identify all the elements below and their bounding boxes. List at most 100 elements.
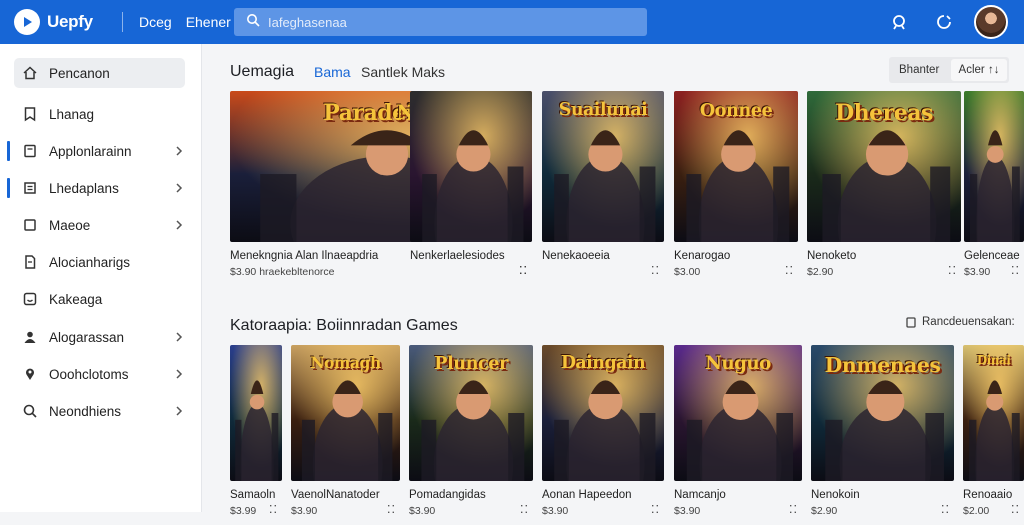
game-cover-image[interactable]: Suailunai bbox=[542, 91, 664, 242]
game-card[interactable]: Gelenceae $3.90 ⁚⁚ bbox=[964, 91, 1024, 286]
game-title[interactable]: Menekngnia Alan Ilnaeapdria bbox=[230, 250, 378, 262]
settings-icon[interactable] bbox=[933, 11, 955, 33]
game-price: $2.00 bbox=[963, 505, 990, 517]
sort-button[interactable]: Acler ↑↓ bbox=[951, 59, 1007, 81]
recommendations-link[interactable]: Rancdeuensakan: bbox=[906, 316, 1015, 328]
game-card[interactable]: Daingain Aonan Hapeedon $3.90 ⁚⁚ bbox=[542, 345, 664, 525]
document-icon bbox=[22, 254, 38, 270]
more-options-icon[interactable]: ⁚⁚ bbox=[651, 264, 660, 277]
more-options-icon[interactable]: ⁚⁚ bbox=[1011, 503, 1020, 516]
more-options-icon[interactable]: ⁚⁚ bbox=[520, 503, 529, 516]
bookmark-icon bbox=[906, 316, 916, 328]
game-logo-text: Nuguo bbox=[705, 353, 771, 375]
sidebar-item-label: Neondhiens bbox=[49, 403, 122, 419]
game-title[interactable]: Nenkerlaelesiodes bbox=[410, 250, 505, 262]
sidebar-item-5[interactable]: Alocianharigs bbox=[14, 247, 185, 277]
sidebar-item-label: Alogarassan bbox=[49, 329, 125, 345]
game-logo-text: Dhereas bbox=[835, 100, 933, 127]
sidebar-item-label: Lhanag bbox=[49, 106, 95, 122]
sidebar-item-6[interactable]: Kakeaga bbox=[14, 284, 185, 314]
chevron-right-icon bbox=[175, 181, 183, 199]
more-options-icon[interactable]: ⁚⁚ bbox=[785, 264, 794, 277]
avatar[interactable] bbox=[974, 5, 1008, 39]
game-title[interactable]: Namcanjo bbox=[674, 489, 726, 501]
more-options-icon[interactable]: ⁚⁚ bbox=[789, 503, 798, 516]
sidebar-item-7[interactable]: Alogarassan bbox=[14, 322, 185, 352]
game-title[interactable]: Nenokoin bbox=[811, 489, 860, 501]
sidebar: Pencanon Lhanag Applonlarainn Lhedaplans Mae… bbox=[0, 44, 202, 512]
game-cover-image[interactable] bbox=[964, 91, 1024, 242]
game-title[interactable]: Aonan Hapeedon bbox=[542, 489, 632, 501]
user-icon bbox=[22, 329, 38, 345]
game-logo-text: Suailunai bbox=[558, 100, 648, 121]
tab-active[interactable]: Bama bbox=[314, 64, 351, 80]
game-card[interactable]: Suailunai Nenekaoeeia ⁚⁚ bbox=[542, 91, 664, 286]
game-cover-image[interactable]: Daingain bbox=[542, 345, 664, 481]
game-logo-text: Oonnee bbox=[699, 100, 773, 122]
game-card[interactable]: Oonnee Kenarogao $3.00 ⁚⁚ bbox=[674, 91, 798, 286]
more-options-icon[interactable]: ⁚⁚ bbox=[269, 503, 278, 516]
game-title[interactable]: Renoaaio bbox=[963, 489, 1012, 501]
game-cover-image[interactable] bbox=[410, 91, 532, 242]
sidebar-item-label: Applonlarainn bbox=[49, 143, 132, 159]
map-pin-icon bbox=[22, 366, 38, 382]
game-card[interactable]: Dnmenaes Nenokoin $2.90 ⁚⁚ bbox=[811, 345, 954, 525]
more-options-icon[interactable]: ⁚⁚ bbox=[519, 264, 528, 277]
game-card[interactable]: Nuguo Namcanjo $3.90 ⁚⁚ bbox=[674, 345, 802, 525]
nav-link-1[interactable]: Dceg bbox=[139, 14, 172, 30]
game-title[interactable]: Nenoketo bbox=[807, 250, 856, 262]
tab-secondary[interactable]: Santlek Maks bbox=[361, 64, 445, 80]
sidebar-item-label: Ooohclotoms bbox=[49, 366, 129, 382]
list-icon bbox=[22, 180, 38, 196]
game-card[interactable]: Dinai Renoaaio $2.00 ⁚⁚ bbox=[963, 345, 1024, 525]
game-title[interactable]: Gelenceae bbox=[964, 250, 1020, 262]
more-options-icon[interactable]: ⁚⁚ bbox=[1011, 264, 1020, 277]
more-options-icon[interactable]: ⁚⁚ bbox=[941, 503, 950, 516]
more-options-icon[interactable]: ⁚⁚ bbox=[387, 503, 396, 516]
sidebar-item-8[interactable]: Ooohclotoms bbox=[14, 359, 185, 389]
logo-text: Uepfy bbox=[47, 12, 93, 31]
game-cover-image[interactable]: Dhereas bbox=[807, 91, 961, 242]
search-bar[interactable] bbox=[234, 8, 647, 36]
game-cover-image[interactable]: Nomagh bbox=[291, 345, 400, 481]
game-card[interactable]: Samaoln $3.99 ⁚⁚ bbox=[230, 345, 282, 525]
sidebar-item-4[interactable]: Maeoe bbox=[14, 210, 185, 240]
sidebar-item-3[interactable]: Lhedaplans bbox=[14, 173, 185, 203]
app-logo[interactable]: Uepfy bbox=[14, 9, 122, 35]
more-options-icon[interactable]: ⁚⁚ bbox=[948, 264, 957, 277]
game-title[interactable]: Nenekaoeeia bbox=[542, 250, 610, 262]
sidebar-item-0[interactable]: Pencanon bbox=[14, 58, 185, 88]
game-title[interactable]: Pomadangidas bbox=[409, 489, 486, 501]
game-cover-image[interactable]: Pluncer bbox=[409, 345, 533, 481]
game-price: $3.90 bbox=[291, 505, 318, 517]
game-card[interactable]: Nenkerlaelesiodes ⁚⁚ bbox=[410, 91, 532, 286]
sidebar-item-2[interactable]: Applonlarainn bbox=[14, 136, 185, 166]
home-icon bbox=[22, 65, 38, 81]
game-price: $3.99 bbox=[230, 505, 257, 517]
game-title[interactable]: Kenarogao bbox=[674, 250, 730, 262]
main-content: Uemagia Bama Santlek Maks Bhanter Acler … bbox=[203, 44, 1024, 517]
game-card[interactable]: Nomagh VaenolNanatoder $3.90 ⁚⁚ bbox=[291, 345, 400, 525]
game-cover-image[interactable]: Oonnee bbox=[674, 91, 798, 242]
game-cover-image[interactable]: Dnmenaes bbox=[811, 345, 954, 481]
square-icon bbox=[22, 217, 38, 233]
notification-icon[interactable] bbox=[889, 11, 911, 33]
search-input[interactable] bbox=[268, 14, 628, 30]
nav-link-2[interactable]: Ehener bbox=[186, 14, 231, 30]
sidebar-item-1[interactable]: Lhanag bbox=[14, 99, 185, 129]
game-title[interactable]: VaenolNanatoder bbox=[291, 489, 380, 501]
game-card[interactable]: Pluncer Pomadangidas $3.90 ⁚⁚ bbox=[409, 345, 533, 525]
emoji-icon bbox=[22, 291, 38, 307]
section-title: Uemagia bbox=[230, 63, 295, 80]
sidebar-item-label: Alocianharigs bbox=[49, 254, 131, 270]
game-card[interactable]: Dhereas Nenoketo $2.90 ⁚⁚ bbox=[807, 91, 961, 286]
game-cover-image[interactable]: Nuguo bbox=[674, 345, 802, 481]
game-cover-image[interactable] bbox=[230, 345, 282, 481]
filter-button[interactable]: Bhanter bbox=[899, 64, 939, 76]
game-price: $2.90 bbox=[811, 505, 838, 517]
game-cover-image[interactable]: Dinai bbox=[963, 345, 1024, 481]
sidebar-item-9[interactable]: Neondhiens bbox=[14, 396, 185, 426]
game-title[interactable]: Samaoln bbox=[230, 489, 275, 501]
more-options-icon[interactable]: ⁚⁚ bbox=[651, 503, 660, 516]
chevron-right-icon bbox=[175, 367, 183, 385]
